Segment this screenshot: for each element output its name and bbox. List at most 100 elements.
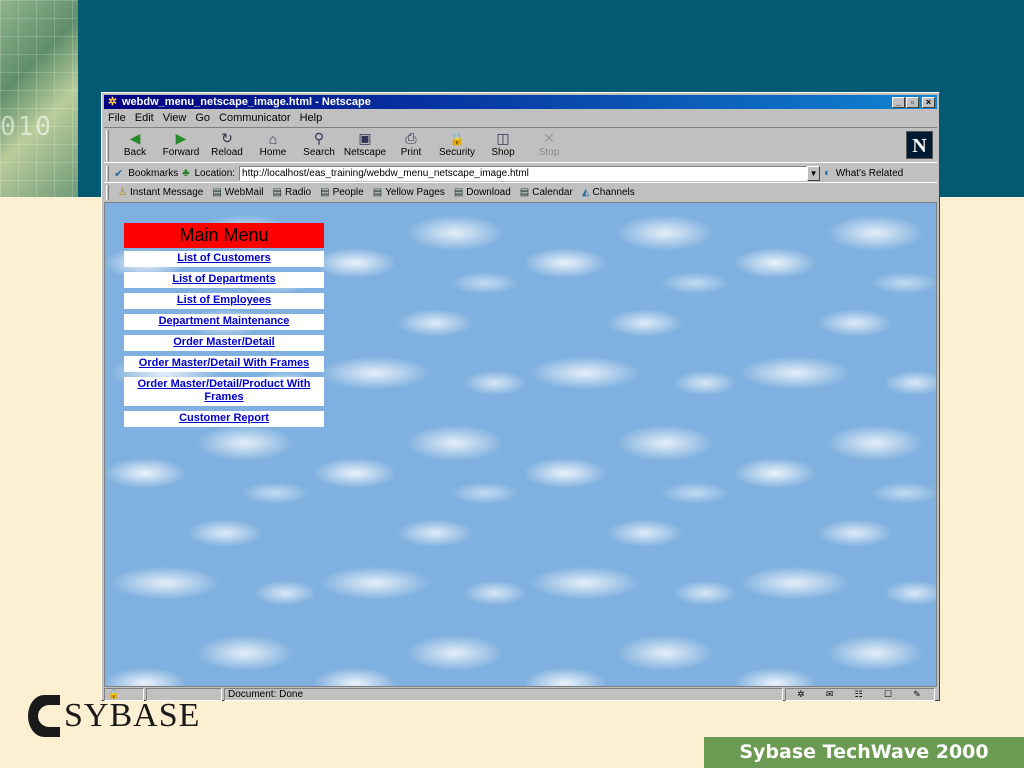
radio-label: Radio	[284, 187, 312, 198]
print-icon: ⎙	[405, 130, 417, 146]
slide-corner-graphic: 010	[0, 0, 78, 197]
bookmark-page-icon: ▤	[519, 187, 530, 198]
shop-label: Shop	[491, 147, 515, 158]
corner-grid-pattern	[0, 0, 78, 197]
navigation-toolbar: ◀ Back ▶ Forward ↻ Reload ⌂ Home ⚲ Searc…	[104, 127, 937, 163]
techwave-banner: Sybase TechWave 2000	[704, 737, 1024, 768]
personal-item-people[interactable]: ▤ People	[320, 187, 364, 198]
security-label: Security	[438, 147, 476, 158]
sybase-wordmark: SYBASE	[64, 697, 201, 734]
menu-link-list-of-departments[interactable]: List of Departments	[124, 272, 324, 288]
minimize-button[interactable]: _	[892, 96, 905, 108]
whats-related-icon: ◐	[824, 167, 831, 179]
menu-link-department-maintenance[interactable]: Department Maintenance	[124, 314, 324, 330]
reload-button[interactable]: ↻ Reload	[204, 128, 250, 162]
bookmark-page-icon: ▤	[272, 187, 282, 198]
menu-link-order-master-detail-product-frames[interactable]: Order Master/Detail/Product With Frames	[124, 377, 324, 406]
status-message: Document: Done	[228, 688, 304, 700]
toolbar-grip[interactable]	[106, 166, 109, 181]
corner-digits: 010	[0, 112, 53, 142]
url-input[interactable]: http://localhost/eas_training/webdw_menu…	[239, 165, 808, 181]
bookmark-page-icon: ▤	[212, 187, 222, 198]
window-title: webdw_menu_netscape_image.html - Netscap…	[122, 96, 371, 108]
forward-label: Forward	[162, 147, 200, 158]
url-dropdown-button[interactable]: ▼	[807, 165, 821, 181]
bookmark-page-icon: ▤	[320, 187, 330, 198]
bookmarks-button[interactable]: Bookmarks	[128, 168, 178, 179]
print-button[interactable]: ⎙ Print	[388, 128, 434, 162]
menu-file[interactable]: File	[108, 112, 126, 124]
menu-link-customer-report[interactable]: Customer Report	[124, 411, 324, 427]
bookmark-page-icon: ▤	[372, 187, 383, 198]
maximize-button[interactable]: ▫	[906, 96, 919, 108]
mail-icon[interactable]: ✉	[826, 689, 834, 700]
calendar-label: Calendar	[532, 187, 573, 198]
personal-item-download[interactable]: ▤ Download	[454, 187, 511, 198]
toolbar-grip[interactable]	[106, 185, 109, 200]
lock-icon: 🔒	[449, 131, 465, 146]
shop-button[interactable]: ◫ Shop	[480, 128, 526, 162]
stop-button[interactable]: ✕ Stop	[526, 128, 572, 162]
bookmark-page-icon: ▤	[453, 187, 464, 198]
title-bar[interactable]: ✲ webdw_menu_netscape_image.html - Netsc…	[104, 95, 937, 109]
search-icon: ⚲	[313, 130, 325, 146]
menu-communicator[interactable]: Communicator	[219, 112, 291, 124]
netscape-button[interactable]: ▣ Netscape	[342, 128, 388, 162]
status-text: Document: Done	[224, 687, 783, 701]
netscape-label: Netscape	[343, 147, 387, 158]
netscape-app-icon: ✲	[107, 96, 118, 108]
personal-item-radio[interactable]: ▤ Radio	[273, 187, 312, 198]
instant-message-label: Instant Message	[129, 187, 204, 198]
channels-label: Channels	[592, 187, 635, 198]
forward-button[interactable]: ▶ Forward	[158, 128, 204, 162]
reload-label: Reload	[211, 147, 243, 158]
reload-icon: ↻	[221, 130, 233, 146]
composer-icon[interactable]: ✎	[913, 689, 921, 700]
netscape-icon: ▣	[358, 130, 372, 146]
netscape-logo[interactable]: N	[906, 131, 933, 159]
stop-icon: ✕	[543, 130, 555, 146]
menu-link-list-of-employees[interactable]: List of Employees	[124, 293, 324, 309]
home-button[interactable]: ⌂ Home	[250, 128, 296, 162]
forward-arrow-icon: ▶	[175, 130, 187, 146]
close-button[interactable]: ×	[922, 96, 935, 108]
personal-item-instant-message[interactable]: ♙ Instant Message	[118, 187, 203, 198]
back-arrow-icon: ◀	[129, 130, 141, 146]
menu-go[interactable]: Go	[195, 112, 210, 124]
menu-link-list-of-customers[interactable]: List of Customers	[124, 251, 324, 267]
people-label: People	[332, 187, 364, 198]
menu-link-order-master-detail[interactable]: Order Master/Detail	[124, 335, 324, 351]
main-menu: Main Menu List of Customers List of Depa…	[124, 223, 324, 432]
menu-bar: File Edit View Go Communicator Help	[104, 110, 937, 126]
search-button[interactable]: ⚲ Search	[296, 128, 342, 162]
personal-item-yellow-pages[interactable]: ▤ Yellow Pages	[373, 187, 445, 198]
personal-item-channels[interactable]: ◭ Channels	[582, 187, 635, 198]
bookmarks-icon: ✔	[114, 167, 124, 180]
sybase-mark-icon	[28, 695, 60, 737]
menu-help[interactable]: Help	[300, 112, 323, 124]
newsgroups-icon[interactable]: ☷	[855, 689, 863, 700]
back-button[interactable]: ◀ Back	[112, 128, 158, 162]
back-label: Back	[123, 147, 147, 158]
whats-related-button[interactable]: What's Related	[836, 168, 904, 179]
security-button[interactable]: 🔒 Security	[434, 128, 480, 162]
personal-item-calendar[interactable]: ▤ Calendar	[520, 187, 573, 198]
download-label: Download	[466, 187, 511, 198]
main-menu-title: Main Menu	[124, 223, 324, 248]
channels-icon: ◭	[581, 187, 590, 198]
yellow-pages-label: Yellow Pages	[385, 187, 445, 198]
address-book-icon[interactable]: ☐	[884, 689, 892, 700]
navigator-icon[interactable]: ✲	[797, 689, 805, 700]
home-icon: ⌂	[268, 130, 278, 147]
sybase-logo: SYBASE	[28, 693, 200, 739]
menu-link-order-master-detail-frames[interactable]: Order Master/Detail With Frames	[124, 356, 324, 372]
menu-edit[interactable]: Edit	[135, 112, 154, 124]
component-bar: ✲ ✉ ☷ ☐ ✎	[785, 687, 935, 701]
print-label: Print	[400, 147, 422, 158]
personal-item-webmail[interactable]: ▤ WebMail	[212, 187, 263, 198]
toolbar-grip[interactable]	[106, 130, 109, 161]
status-bar: 🔓 Document: Done ✲ ✉ ☷ ☐ ✎	[104, 687, 937, 701]
home-label: Home	[259, 147, 287, 158]
menu-view[interactable]: View	[163, 112, 187, 124]
page-viewport[interactable]: Main Menu List of Customers List of Depa…	[104, 202, 937, 687]
